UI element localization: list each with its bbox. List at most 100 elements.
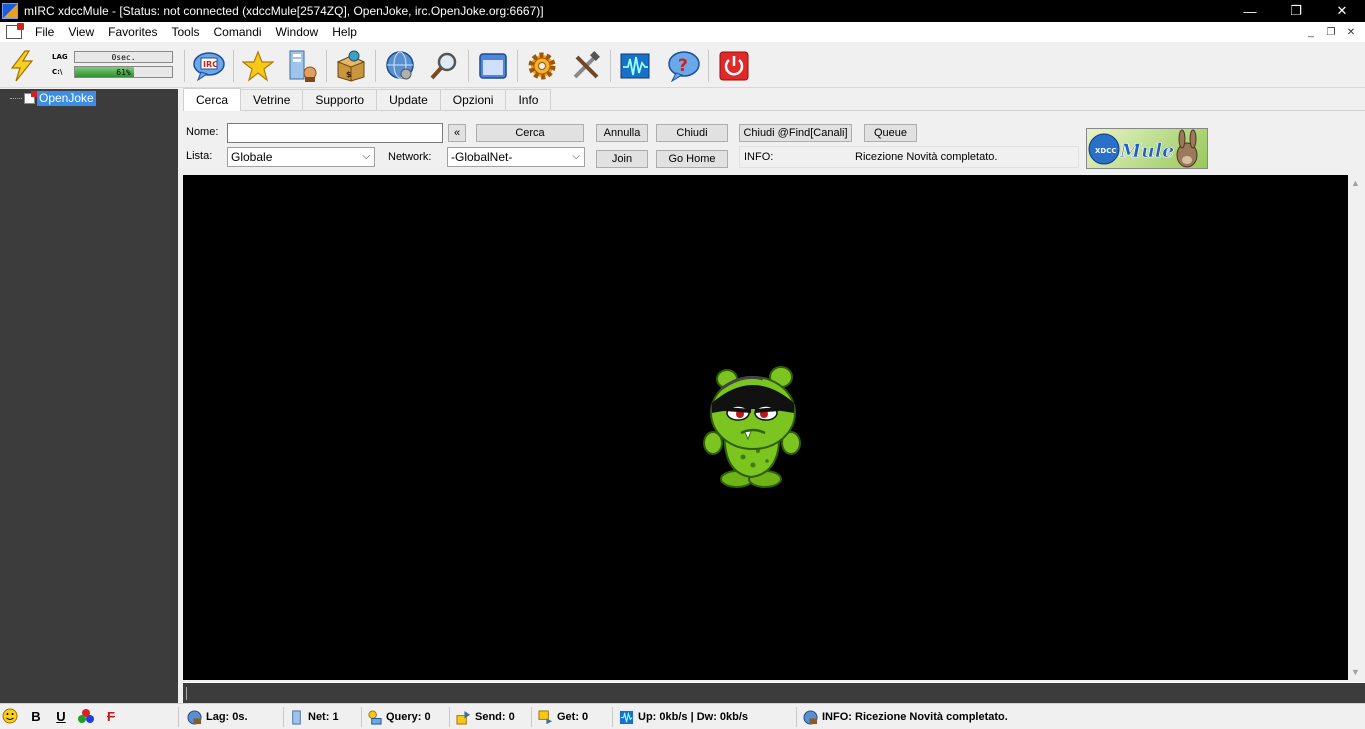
queue-button[interactable]: Queue [864,124,917,142]
disk-label: C:\ [52,68,63,76]
toolbar-separator [233,50,234,82]
bold-button[interactable]: B [26,708,46,726]
chiudi-button[interactable]: Chiudi [656,124,728,142]
menu-bar: File View Favorites Tools Comandi Window… [0,22,1365,42]
status-send-text: Send: 0 [475,711,515,723]
restore-button[interactable]: ❐ [1273,0,1319,22]
exit-button[interactable] [716,48,752,84]
window-controls: — ❐ ✕ [1227,0,1365,22]
status-separator [531,707,532,727]
join-button[interactable]: Join [596,150,648,168]
xdccmule-logo[interactable]: XDCC Mule [1086,128,1208,169]
command-input[interactable] [183,682,1365,703]
network-select[interactable]: -GlobalNet- ⌵ [447,147,585,167]
server-book-icon [289,50,317,82]
svg-text:$: $ [346,70,352,79]
child-restore-button[interactable]: ❐ [1323,27,1339,38]
menu-help[interactable]: Help [325,22,364,42]
network-select-value: -GlobalNet- [451,150,513,164]
scroll-up-icon[interactable]: ▲ [1351,178,1360,188]
search-button[interactable] [426,48,462,84]
cerca-button[interactable]: Cerca [476,124,584,142]
clear-format-button[interactable]: F [101,708,121,726]
close-button[interactable]: ✕ [1319,0,1365,22]
lista-select[interactable]: Globale ⌵ [227,147,375,167]
menu-view[interactable]: View [61,22,101,42]
waveform-icon [620,53,650,79]
toolbar: LAG 0sec. C:\ 61% IRC $ ? [0,42,1365,88]
chevron-down-icon: ⌵ [362,151,370,162]
tab-opzioni[interactable]: Opzioni [439,89,507,110]
emoticon-button[interactable] [0,708,20,726]
window-icon [479,53,507,79]
menu-file[interactable]: File [28,22,61,42]
scroll-down-icon[interactable]: ▼ [1351,667,1360,677]
mascot-image [703,366,801,488]
connect-button[interactable] [4,48,40,84]
get-icon [538,709,553,724]
options-button[interactable] [524,48,560,84]
name-label: Nome: [186,126,219,138]
menu-tools[interactable]: Tools [165,22,207,42]
globe-search-button[interactable] [382,48,418,84]
send-icon [456,710,471,725]
status-lag-text: Lag: 0s. [206,711,248,723]
status-separator [449,707,450,727]
toolbar-separator [610,50,611,82]
network-label: Network: [388,151,432,163]
mirc-app-icon [2,3,18,19]
irc-chat-button[interactable]: IRC [191,48,227,84]
info-globe-icon [803,709,818,725]
server-icon [292,709,301,725]
help-button[interactable]: ? [666,48,702,84]
menu-window[interactable]: Window [269,22,326,42]
tab-supporto[interactable]: Supporto [302,89,378,110]
go-home-button[interactable]: Go Home [656,150,728,168]
irc-chat-icon: IRC [193,52,225,82]
favorites-button[interactable] [240,48,276,84]
back-button[interactable]: « [448,124,466,142]
tree-item-label: OpenJoke [37,91,96,106]
lag-disk-meters: LAG 0sec. C:\ 61% [52,50,176,80]
packages-button[interactable]: $ [333,48,369,84]
title-bar: mIRC xdccMule - [Status: not connected (… [0,0,1365,22]
underline-button[interactable]: U [51,708,71,726]
child-close-button[interactable]: ✕ [1343,27,1359,38]
name-input[interactable] [227,123,443,143]
child-window-controls: _ ❐ ✕ [1303,22,1359,42]
package-icon: $ [336,50,366,82]
toolbar-separator [517,50,518,82]
status-lag: Lag: 0s. [187,708,248,726]
tab-info[interactable]: Info [505,89,552,110]
status-info-text: INFO: Ricezione Novità completato. [822,711,1008,723]
tools-button[interactable] [568,48,604,84]
minimize-button[interactable]: — [1227,0,1273,22]
monitor-button[interactable] [617,48,653,84]
tree-item-openjoke[interactable]: OpenJoke [10,91,96,106]
svg-text:IRC: IRC [203,60,218,69]
toolbar-separator [468,50,469,82]
menu-favorites[interactable]: Favorites [101,22,164,42]
tab-vetrine[interactable]: Vetrine [240,89,304,110]
status-window-view[interactable] [183,175,1348,680]
logo-small-text: XDCC [1095,147,1116,155]
color-button[interactable] [76,708,96,726]
window-button[interactable] [475,48,511,84]
menu-comandi[interactable]: Comandi [207,22,269,42]
tab-update[interactable]: Update [376,89,441,110]
status-window-icon[interactable] [6,23,24,39]
logo-text: Mule [1119,140,1174,162]
power-icon [719,51,749,81]
status-separator [178,707,179,727]
favorites-star-icon [242,50,274,82]
main-scrollbar[interactable]: ▲ ▼ [1348,175,1365,680]
status-separator [361,707,362,727]
status-separator [283,707,284,727]
tab-cerca[interactable]: Cerca [183,88,242,111]
child-minimize-button[interactable]: _ [1303,27,1319,38]
toolbar-separator [326,50,327,82]
server-list-button[interactable] [284,48,320,84]
annulla-button[interactable]: Annulla [596,124,648,142]
chiudi-find-canali-button[interactable]: Chiudi @Find[Canali] [739,124,852,142]
connect-icon [10,50,34,82]
